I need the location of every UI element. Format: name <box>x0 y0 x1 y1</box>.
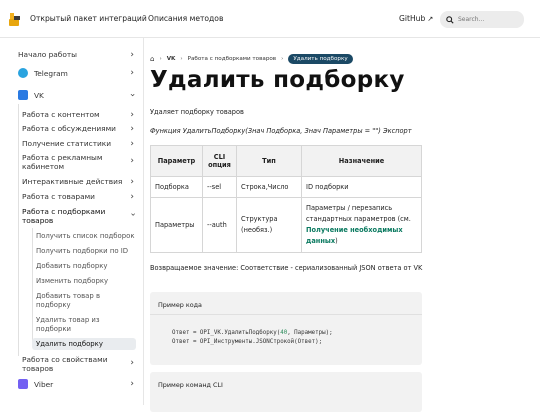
table-cell: --auth <box>202 197 237 253</box>
sidebar-item-remove-product[interactable]: Удалить товар из подборки <box>36 316 136 334</box>
table-header: Назначение <box>301 145 422 177</box>
chevron-right-icon: › <box>130 110 134 120</box>
search-input[interactable] <box>458 16 524 23</box>
sidebar-item-ads[interactable]: Работа с рекламным кабинетом › <box>22 153 134 171</box>
sidebar-item-products[interactable]: Работа с товарами › <box>22 192 134 202</box>
logo-icon[interactable] <box>8 12 22 27</box>
table-cell: Строка,Число <box>236 176 302 198</box>
table-cell: Подборка <box>150 176 203 198</box>
sidebar-item-collections[interactable]: Работа с подборками товаров › <box>22 207 138 225</box>
breadcrumb-vk[interactable]: VK <box>167 56 176 62</box>
table-header-row: Параметр CLI опция Тип Назначение <box>150 145 422 177</box>
search-box[interactable] <box>440 11 524 28</box>
sidebar-item-interactive[interactable]: Интерактивные действия › <box>22 177 134 187</box>
cli-example-label: Пример команд CLI <box>158 381 223 389</box>
table-header: CLI опция <box>202 145 237 177</box>
nav-methods-link[interactable]: Описания методов <box>148 14 223 23</box>
return-value-text: Возвращаемое значение: Соответствие - се… <box>150 264 423 272</box>
chevron-right-icon: › <box>130 68 134 78</box>
sidebar-item-label: Viber <box>34 380 54 389</box>
chevron-right-icon: › <box>130 139 134 149</box>
table-cell: ID подборки <box>301 176 422 198</box>
code-example-block: Пример кода Ответ = OPI_VK.УдалитьПодбор… <box>150 292 422 365</box>
sidebar-item-discussions[interactable]: Работа с обсуждениями › <box>22 124 134 134</box>
sidebar-item-viber[interactable]: Viber › <box>18 379 134 389</box>
code-line-2: Ответ = OPI_Инструменты.JSONСтрокой(Отве… <box>172 339 323 345</box>
telegram-icon <box>18 68 28 78</box>
sidebar-subtree-line <box>32 228 33 346</box>
table-cell: --sel <box>202 176 237 198</box>
table-cell: Параметры <box>150 197 203 253</box>
sidebar-item-label: Начало работы <box>18 50 78 59</box>
sidebar-item-vk[interactable]: VK › <box>18 90 138 100</box>
table-header: Тип <box>236 145 302 177</box>
sidebar-item-label: Работа со свойствами товаров <box>22 355 108 373</box>
param-desc-text: Параметры / перезапись стандартных парам… <box>306 204 411 223</box>
code-example-label: Пример кода <box>158 301 202 309</box>
sidebar-item-label: Работа с подборками товаров <box>22 207 106 225</box>
sidebar-item-content[interactable]: Работа с контентом › <box>22 110 134 120</box>
viber-icon <box>18 379 28 389</box>
chevron-right-icon: › <box>130 358 134 368</box>
sidebar-item-add-product[interactable]: Добавить товар в подборку <box>36 292 136 310</box>
sidebar-item-add-collection[interactable]: Добавить подборку <box>36 262 136 270</box>
sidebar-item-label: Работа с товарами <box>22 192 95 201</box>
chevron-down-icon: › <box>127 212 138 217</box>
code-block-divider <box>150 314 422 315</box>
required-data-link[interactable]: Получение необходимых данных <box>306 226 403 245</box>
sidebar-item-get-collections-by-id[interactable]: Получить подборки по ID <box>36 247 136 255</box>
chevron-down-icon: › <box>127 93 138 97</box>
home-icon[interactable]: ⌂ <box>150 55 154 63</box>
breadcrumb-separator: › <box>159 56 162 62</box>
sidebar-divider <box>143 38 144 405</box>
param-desc-suffix: ) <box>335 237 338 245</box>
sidebar-item-statistics[interactable]: Получение статистики › <box>22 139 134 149</box>
top-navbar: Открытый пакет интеграций Описания метод… <box>0 0 540 38</box>
sidebar-item-label: Получение статистики <box>22 139 112 148</box>
table-row: Параметры --auth Структура (необяз.) Пар… <box>150 197 422 253</box>
breadcrumb-current: Удалить подборку <box>288 54 353 64</box>
page-title: Удалить подборку <box>150 67 405 93</box>
sidebar-item-delete-collection[interactable]: Удалить подборку <box>32 338 136 350</box>
sidebar-item-label: Telegram <box>34 69 68 78</box>
vk-icon <box>18 90 28 100</box>
sidebar-item-label: Работа с контентом <box>22 110 100 119</box>
code-line-1-end: , Параметры); <box>287 330 333 336</box>
table-header: Параметр <box>150 145 203 177</box>
code-content[interactable]: Ответ = OPI_VK.УдалитьПодборку(40, Парам… <box>172 329 333 347</box>
function-signature: Функция УдалитьПодборку(Знач Подборка, З… <box>150 127 412 135</box>
chevron-right-icon: › <box>130 50 134 60</box>
sidebar-item-label: Работа с рекламным кабинетом <box>22 153 103 171</box>
brand-name[interactable]: Открытый пакет интеграций <box>30 14 147 23</box>
sidebar-item-properties[interactable]: Работа со свойствами товаров › <box>22 355 134 373</box>
breadcrumb-separator: › <box>180 56 183 62</box>
breadcrumb: ⌂ › VK › Работа с подборками товаров › У… <box>150 53 353 65</box>
breadcrumb-separator: › <box>281 56 284 62</box>
sidebar-tree-line <box>18 104 19 356</box>
table-cell: Параметры / перезапись стандартных парам… <box>301 197 422 253</box>
cli-example-block: Пример команд CLI <box>150 372 422 412</box>
page-description: Удаляет подборку товаров <box>150 108 244 116</box>
parameters-table: Параметр CLI опция Тип Назначение Подбор… <box>150 145 422 253</box>
sidebar-item-label: Интерактивные действия <box>22 177 123 186</box>
chevron-right-icon: › <box>130 156 134 166</box>
chevron-right-icon: › <box>130 124 134 134</box>
breadcrumb-section[interactable]: Работа с подборками товаров <box>188 56 276 62</box>
sidebar-item-telegram[interactable]: Telegram › <box>18 68 134 78</box>
github-label: GitHub <box>399 14 426 23</box>
sidebar-item-getting-started[interactable]: Начало работы › <box>18 50 134 60</box>
chevron-right-icon: › <box>130 379 134 389</box>
code-line-1-start: Ответ = OPI_VK.УдалитьПодборку( <box>172 330 281 336</box>
external-link-icon: ↗ <box>427 15 434 23</box>
sidebar-item-label: Работа с обсуждениями <box>22 124 116 133</box>
sidebar-item-get-collections[interactable]: Получить список подборок <box>36 232 136 240</box>
sidebar-item-label: VK <box>34 91 44 100</box>
chevron-right-icon: › <box>130 177 134 187</box>
sidebar-item-edit-collection[interactable]: Изменить подборку <box>36 277 136 285</box>
table-cell: Структура (необяз.) <box>236 197 302 253</box>
github-link[interactable]: GitHub ↗ <box>399 14 433 23</box>
search-icon <box>446 15 454 24</box>
table-row: Подборка --sel Строка,Число ID подборки <box>150 176 422 198</box>
chevron-right-icon: › <box>130 192 134 202</box>
